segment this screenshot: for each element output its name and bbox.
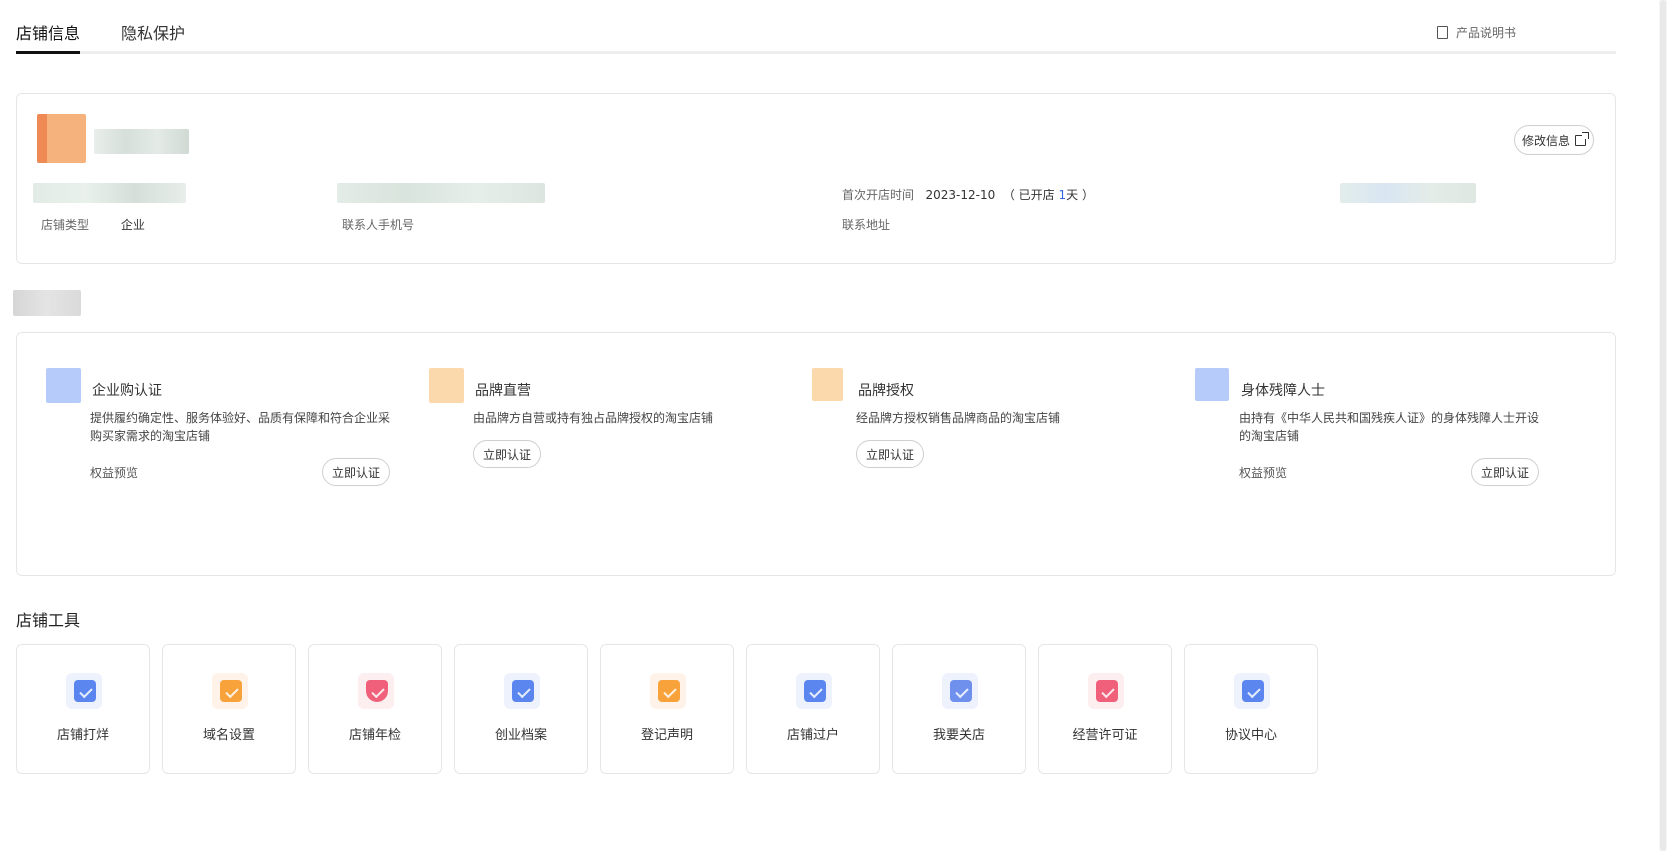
register-doc-icon xyxy=(658,680,680,702)
address-redacted xyxy=(1340,183,1476,203)
store-info-card: 修改信息 首次开店时间 2023-12-10 （ 已开店 1天 ） 店铺类型 企… xyxy=(16,93,1616,264)
section-title-redacted xyxy=(13,290,81,316)
tool-label: 域名设置 xyxy=(202,728,255,743)
benefit-preview-link[interactable]: 权益预览 xyxy=(90,464,138,481)
disability-cert-icon xyxy=(1195,368,1229,401)
open-time-label: 首次开店时间 xyxy=(842,188,915,202)
tool-domain-settings[interactable]: 域名设置 xyxy=(162,644,296,774)
store-type: 店铺类型 企业 xyxy=(41,216,145,233)
book-icon xyxy=(1436,26,1448,39)
enterprise-cert-icon xyxy=(46,368,81,403)
cert-title: 品牌授权 xyxy=(858,383,914,399)
tool-label: 经营许可证 xyxy=(1072,728,1138,743)
page-scrollbar[interactable] xyxy=(1659,0,1667,851)
tool-registration-statement[interactable]: 登记声明 xyxy=(600,644,734,774)
domain-icon xyxy=(220,680,242,702)
store-close-icon xyxy=(74,680,96,702)
tool-label: 我要关店 xyxy=(932,728,985,743)
store-type-label: 店铺类型 xyxy=(41,218,90,232)
cert-title: 企业购认证 xyxy=(92,383,162,399)
tool-agreement-center[interactable]: 协议中心 xyxy=(1184,644,1318,774)
tools-section-title: 店铺工具 xyxy=(16,611,81,630)
tool-label: 店铺年检 xyxy=(348,728,401,743)
certify-now-button[interactable]: 立即认证 xyxy=(856,440,925,468)
opened-days: 1 xyxy=(1058,188,1067,202)
tool-business-license[interactable]: 经营许可证 xyxy=(1038,644,1172,774)
tab-store-info[interactable]: 店铺信息 xyxy=(16,20,81,54)
phone-redacted xyxy=(337,183,545,203)
cert-desc: 由持有《中华人民共和国残疾人证》的身体残障人士开设的淘宝店铺 xyxy=(1239,411,1540,443)
tool-startup-archive[interactable]: 创业档案 xyxy=(454,644,588,774)
certify-now-button[interactable]: 立即认证 xyxy=(473,440,542,468)
license-icon xyxy=(1096,680,1118,702)
tool-label: 店铺打烊 xyxy=(56,728,109,743)
tab-bar: 店铺信息 隐私保护 产品说明书 xyxy=(16,0,1616,56)
tool-label: 协议中心 xyxy=(1224,728,1277,743)
scrollbar-thumb[interactable] xyxy=(1660,0,1666,851)
shield-inspect-icon xyxy=(366,680,388,702)
store-logo xyxy=(37,114,86,163)
tab-privacy[interactable]: 隐私保护 xyxy=(121,20,185,44)
open-time: 首次开店时间 2023-12-10 （ 已开店 1天 ） xyxy=(842,186,1094,203)
tool-label: 创业档案 xyxy=(494,728,547,743)
product-manual-link[interactable]: 产品说明书 xyxy=(1436,24,1516,41)
product-manual-label: 产品说明书 xyxy=(1455,26,1516,40)
benefit-preview-link[interactable]: 权益预览 xyxy=(1239,464,1287,481)
open-time-value: 2023-12-10 xyxy=(925,188,996,202)
brand-authorized-icon xyxy=(812,368,843,401)
certify-now-button[interactable]: 立即认证 xyxy=(322,458,391,486)
tab-underline-track xyxy=(16,51,1616,54)
store-id-redacted xyxy=(33,183,186,203)
transfer-icon xyxy=(804,680,826,702)
cert-desc: 提供履约确定性、服务体验好、品质有保障和符合企业采购买家需求的淘宝店铺 xyxy=(90,411,391,443)
certification-card: 企业购认证 提供履约确定性、服务体验好、品质有保障和符合企业采购买家需求的淘宝店… xyxy=(16,332,1616,576)
cert-title: 身体残障人士 xyxy=(1241,383,1325,399)
store-type-value: 企业 xyxy=(120,218,145,232)
edit-info-button[interactable]: 修改信息 xyxy=(1514,125,1594,155)
tool-close-store[interactable]: 我要关店 xyxy=(892,644,1026,774)
brand-direct-icon xyxy=(429,368,464,403)
tool-annual-inspection[interactable]: 店铺年检 xyxy=(308,644,442,774)
close-store-icon xyxy=(950,680,972,702)
agreement-icon xyxy=(1242,680,1264,702)
phone-label: 联系人手机号 xyxy=(342,218,415,232)
address-label: 联系地址 xyxy=(842,218,891,232)
cert-desc: 经品牌方授权销售品牌商品的淘宝店铺 xyxy=(856,411,1061,425)
tool-label: 登记声明 xyxy=(640,728,693,743)
cert-title: 品牌直营 xyxy=(475,383,531,399)
store-name-redacted xyxy=(94,129,189,154)
tool-label: 店铺过户 xyxy=(786,728,839,743)
archive-icon xyxy=(512,680,534,702)
certify-now-button[interactable]: 立即认证 xyxy=(1471,458,1540,486)
opened-prefix: （ 已开店 xyxy=(1002,188,1059,202)
tool-store-close[interactable]: 店铺打烊 xyxy=(16,644,150,774)
opened-suffix: 天 ） xyxy=(1066,188,1094,202)
tool-store-transfer[interactable]: 店铺过户 xyxy=(746,644,880,774)
external-link-icon xyxy=(1575,131,1589,146)
cert-desc: 由品牌方自营或持有独占品牌授权的淘宝店铺 xyxy=(473,411,714,425)
edit-info-label: 修改信息 xyxy=(1521,133,1570,148)
